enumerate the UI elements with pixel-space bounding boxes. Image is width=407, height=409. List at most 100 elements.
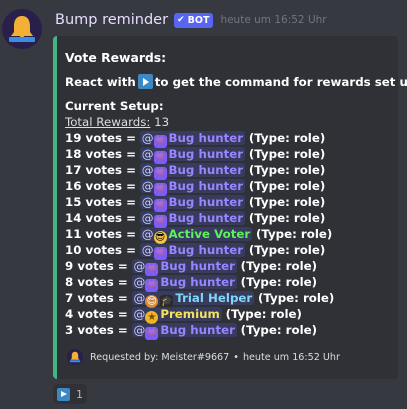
footer-bell-icon <box>67 349 83 365</box>
role-mention[interactable]: @👾 Bug hunter <box>139 131 246 148</box>
instruction-prefix: React with <box>65 75 136 89</box>
role-name: Active Voter <box>168 227 251 241</box>
role-name: Bug hunter <box>168 163 244 177</box>
reward-line: 16 votes = @👾 Bug hunter (Type: role) <box>65 178 388 196</box>
role-mention[interactable]: @👾 Bug hunter <box>139 195 246 212</box>
message-timestamp[interactable]: heute um 16:52 Uhr <box>220 14 326 26</box>
setup-title: Current Setup: <box>65 99 164 113</box>
role-name: Premium <box>160 307 220 321</box>
embed-title: Vote Rewards: <box>65 50 167 65</box>
arrow-forward-icon <box>57 387 70 401</box>
reward-type: (Type: role) <box>248 195 326 209</box>
mention-at-sign: @ <box>133 323 146 337</box>
reward-line: 19 votes = @👾 Bug hunter (Type: role) <box>65 130 388 148</box>
role-mention[interactable]: @😎 Active Voter <box>139 227 253 244</box>
reward-votes: 8 votes = <box>65 275 128 289</box>
reward-type: (Type: role) <box>240 275 318 289</box>
mention-at-sign: @ <box>133 259 146 273</box>
reward-type: (Type: role) <box>248 147 326 161</box>
reward-votes: 3 votes = <box>65 323 128 337</box>
arrow-forward-icon <box>137 74 153 89</box>
mention-at-sign: @ <box>141 195 154 209</box>
reward-type: (Type: role) <box>240 259 318 273</box>
instruction-suffix: to get the command for rewards set up! <box>154 75 407 89</box>
bot-badge: ✔ BOT <box>174 12 214 28</box>
instruction-line: React with to get the command for rewards… <box>65 74 407 90</box>
bug-icon: 👾 <box>145 327 159 340</box>
role-name: Bug hunter <box>168 195 244 209</box>
reward-type: (Type: role) <box>248 163 326 177</box>
reward-votes: 19 votes = <box>65 131 136 145</box>
footer-text: Requested by: Meister#9667 <box>90 351 230 363</box>
reward-line: 4 votes = @ ★ Premium (Type: role) <box>65 306 388 324</box>
rewards-list: 19 votes = @👾 Bug hunter (Type: role) 18 v… <box>65 130 388 340</box>
reward-votes: 7 votes = <box>65 291 128 305</box>
reward-votes: 11 votes = <box>65 227 136 241</box>
total-label: Total Rewards: <box>65 115 151 129</box>
mention-at-sign: @ <box>141 163 154 177</box>
role-mention[interactable]: @😊 🎓 Trial Helper <box>131 291 255 308</box>
mention-at-sign: @ <box>141 243 154 257</box>
embed: Vote Rewards: React with to get the comma… <box>53 36 407 379</box>
reward-line: 14 votes = @👾 Bug hunter (Type: role) <box>65 210 388 228</box>
reward-type: (Type: role) <box>225 307 302 321</box>
bot-avatar[interactable] <box>2 9 42 49</box>
role-name: Bug hunter <box>168 147 244 161</box>
total-value: 13 <box>154 115 170 129</box>
footer-timestamp: heute um 16:52 Uhr <box>242 351 340 363</box>
mention-at-sign: @ <box>141 227 154 241</box>
embed-footer: Requested by: Meister#9667 • heute um 16… <box>67 349 340 365</box>
role-mention[interactable]: @👾 Bug hunter <box>139 211 246 228</box>
reward-line: 10 votes = @👾 Bug hunter (Type: role) <box>65 242 388 260</box>
reaction-arrow-forward[interactable]: 1 <box>53 384 87 404</box>
mention-at-sign: @ <box>141 147 154 161</box>
mention-at-sign: @ <box>141 131 154 145</box>
role-name: Bug hunter <box>160 323 235 337</box>
mention-at-sign: @ <box>141 211 154 225</box>
mention-at-sign: @ <box>141 179 154 193</box>
reward-line: 3 votes = @👾 Bug hunter (Type: role) <box>65 322 388 340</box>
reaction-count: 1 <box>76 387 83 401</box>
reward-line: 11 votes = @😎 Active Voter (Type: role) <box>65 226 388 244</box>
reward-line: 7 votes = @😊 🎓 Trial Helper (Type: role) <box>65 290 388 308</box>
reward-line: 18 votes = @👾 Bug hunter (Type: role) <box>65 146 388 164</box>
role-mention[interactable]: @👾 Bug hunter <box>131 323 237 340</box>
total-rewards: Total Rewards: 13 <box>65 114 388 130</box>
bell-icon <box>2 9 42 49</box>
role-name: Bug hunter <box>160 275 235 289</box>
author-name[interactable]: Bump reminder <box>55 12 168 28</box>
role-name: Bug hunter <box>168 131 244 145</box>
role-mention[interactable]: @ ★ Premium <box>131 307 222 324</box>
message-header: Bump reminder ✔ BOT heute um 16:52 Uhr <box>55 12 327 28</box>
reward-type: (Type: role) <box>255 227 333 241</box>
reward-line: 17 votes = @👾 Bug hunter (Type: role) <box>65 162 388 180</box>
footer-separator: • <box>233 351 239 363</box>
role-mention[interactable]: @👾 Bug hunter <box>131 275 237 292</box>
reward-votes: 14 votes = <box>65 211 136 225</box>
reward-type: (Type: role) <box>248 179 326 193</box>
checkmark-icon: ✔ <box>177 15 185 25</box>
reward-votes: 10 votes = <box>65 243 136 257</box>
reward-votes: 9 votes = <box>65 259 128 273</box>
role-mention[interactable]: @👾 Bug hunter <box>139 243 246 260</box>
role-mention[interactable]: @👾 Bug hunter <box>139 147 246 164</box>
role-name: Bug hunter <box>160 259 235 273</box>
reward-type: (Type: role) <box>240 323 318 337</box>
reward-votes: 15 votes = <box>65 195 136 209</box>
reward-type: (Type: role) <box>257 291 335 305</box>
reward-votes: 18 votes = <box>65 147 136 161</box>
reward-line: 8 votes = @👾 Bug hunter (Type: role) <box>65 274 388 292</box>
role-mention[interactable]: @👾 Bug hunter <box>139 163 246 180</box>
mention-at-sign: @ <box>133 291 146 305</box>
reward-type: (Type: role) <box>248 131 326 145</box>
bot-badge-label: BOT <box>187 14 210 26</box>
reward-votes: 4 votes = <box>65 307 128 321</box>
role-mention[interactable]: @👾 Bug hunter <box>139 179 246 196</box>
role-mention[interactable]: @👾 Bug hunter <box>131 259 237 276</box>
mention-at-sign: @ <box>133 307 146 321</box>
reward-type: (Type: role) <box>248 243 326 257</box>
reward-line: 9 votes = @👾 Bug hunter (Type: role) <box>65 258 388 276</box>
reward-votes: 16 votes = <box>65 179 136 193</box>
role-name: Bug hunter <box>168 179 244 193</box>
reward-type: (Type: role) <box>248 211 326 225</box>
